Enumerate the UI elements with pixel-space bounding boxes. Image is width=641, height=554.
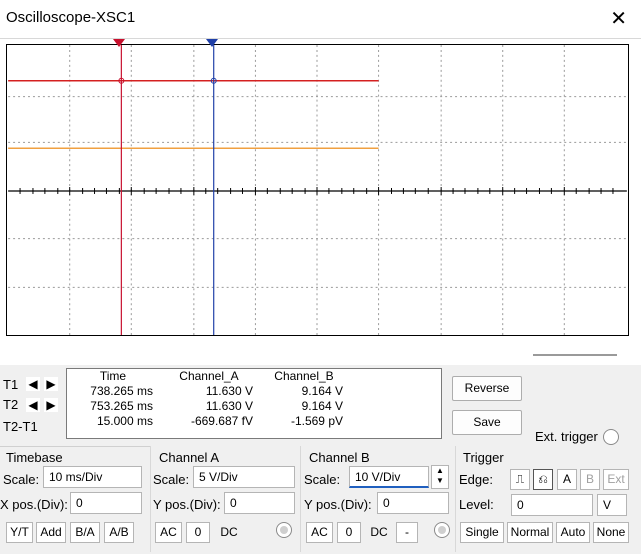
trigger-single-button[interactable]: Single (460, 522, 504, 543)
t1-label: T1 (3, 377, 19, 392)
t1-time: 738.265 ms (90, 384, 153, 398)
header-channel-a: Channel_A (179, 369, 239, 383)
channel-b-ac-button[interactable]: AC (306, 522, 333, 543)
window-title: Oscilloscope-XSC1 (6, 9, 136, 26)
channel-b-ypos-label: Y pos.(Div): (304, 497, 372, 512)
t2-right-arrow-icon[interactable]: ▶ (44, 398, 58, 412)
t1-channel-a: 11.630 V (205, 384, 253, 398)
scroll-indicator[interactable] (533, 354, 617, 356)
channel-a-dc-button[interactable]: DC (214, 522, 244, 543)
ext-trigger-label: Ext. trigger (535, 429, 598, 444)
divider (300, 446, 301, 552)
channel-a-ac-button[interactable]: AC (155, 522, 182, 543)
rising-edge-icon[interactable]: ⎍ (510, 469, 530, 490)
channel-a-zero-button[interactable]: 0 (186, 522, 210, 543)
t1-left-arrow-icon[interactable]: ◀ (26, 377, 40, 391)
t2-left-arrow-icon[interactable]: ◀ (26, 398, 40, 412)
timebase-scale-field[interactable]: 10 ms/Div (43, 466, 142, 488)
trigger-none-button[interactable]: None (593, 522, 629, 543)
t2-t1-label: T2-T1 (3, 419, 38, 434)
t1-channel-b: 9.164 V (301, 384, 343, 398)
t2-channel-a: 11.630 V (205, 399, 253, 413)
divider (455, 446, 456, 552)
channel-b-title: Channel B (309, 450, 370, 465)
channel-b-radio[interactable] (434, 522, 450, 538)
channel-b-ypos-field[interactable]: 0 (377, 492, 449, 514)
channel-b-scale-label: Scale: (304, 472, 341, 487)
table-row: 15.000 ms -669.687 fV -1.569 pV (67, 414, 441, 429)
mode-ab-button[interactable]: A/B (104, 522, 134, 543)
t1-right-arrow-icon[interactable]: ▶ (44, 377, 58, 391)
spin-down-icon[interactable]: ▼ (432, 476, 448, 486)
channel-a-ypos-label: Y pos.(Div): (153, 497, 221, 512)
timebase-scale-label: Scale: (3, 472, 40, 487)
header-time: Time (99, 369, 127, 383)
trigger-level-label: Level: (459, 497, 494, 512)
reverse-button[interactable]: Reverse (452, 376, 522, 401)
title-bar: Oscilloscope-XSC1 ✕ (0, 0, 641, 38)
t2-channel-b: 9.164 V (301, 399, 343, 413)
timebase-title: Timebase (6, 450, 63, 465)
close-icon[interactable]: ✕ (610, 6, 627, 31)
trigger-title: Trigger (463, 450, 504, 465)
trigger-level-field[interactable]: 0 (511, 494, 593, 516)
diff-channel-a: -669.687 fV (190, 414, 253, 428)
trigger-a-button[interactable]: A (557, 469, 577, 490)
t2-arrows: ◀ ▶ (26, 398, 58, 412)
scope-screen (6, 44, 629, 336)
divider (150, 446, 151, 552)
channel-b-scale-field[interactable]: 10 V/Div (349, 466, 429, 488)
channel-a-scale-field[interactable]: 5 V/Div (193, 466, 295, 488)
spin-up-icon[interactable]: ▲ (432, 466, 448, 476)
trigger-edge-label: Edge: (459, 472, 493, 487)
ext-trigger-radio[interactable] (603, 429, 619, 445)
t2-label: T2 (3, 397, 19, 412)
diff-time: 15.000 ms (96, 414, 153, 428)
mode-yt-button[interactable]: Y/T (6, 522, 33, 543)
channel-a-ypos-field[interactable]: 0 (224, 492, 295, 514)
falling-edge-icon[interactable]: ⎌ (533, 469, 553, 490)
measurement-panel: Time Channel_A Channel_B 738.265 ms 11.6… (66, 368, 442, 439)
cursor-2-handle-icon[interactable] (205, 39, 221, 49)
channel-b-scale-spinner[interactable]: ▲ ▼ (431, 465, 449, 489)
grid (8, 45, 627, 335)
timebase-xpos-field[interactable]: 0 (70, 492, 142, 514)
mode-add-button[interactable]: Add (36, 522, 66, 543)
diff-channel-b: -1.569 pV (290, 414, 343, 428)
channel-b-dc-button[interactable]: DC (365, 522, 393, 543)
t1-arrows: ◀ ▶ (26, 377, 58, 391)
cursor-1-handle-icon[interactable] (112, 39, 128, 49)
trigger-normal-button[interactable]: Normal (507, 522, 553, 543)
channel-a-scale-label: Scale: (153, 472, 190, 487)
channel-a-radio[interactable] (276, 522, 292, 538)
oscilloscope-window: Oscilloscope-XSC1 ✕ T1 ◀ ▶ T2 ◀ ▶ T2-T1 … (0, 0, 641, 554)
mode-ba-button[interactable]: B/A (70, 522, 100, 543)
table-row: 753.265 ms 11.630 V 9.164 V (67, 399, 441, 414)
save-button[interactable]: Save (452, 410, 522, 435)
trigger-level-unit[interactable]: V (597, 494, 627, 516)
channel-a-title: Channel A (159, 450, 219, 465)
measurement-table: Time Channel_A Channel_B 738.265 ms 11.6… (67, 369, 441, 429)
header-channel-b: Channel_B (274, 369, 334, 383)
trigger-b-button[interactable]: B (580, 469, 600, 490)
timebase-xpos-label: X pos.(Div): (0, 497, 68, 512)
trigger-auto-button[interactable]: Auto (556, 522, 590, 543)
t2-time: 753.265 ms (90, 399, 153, 413)
table-row: 738.265 ms 11.630 V 9.164 V (67, 384, 441, 399)
trigger-ext-button[interactable]: Ext (603, 469, 629, 490)
channel-b-invert-button[interactable]: - (396, 522, 418, 543)
channel-b-zero-button[interactable]: 0 (337, 522, 361, 543)
